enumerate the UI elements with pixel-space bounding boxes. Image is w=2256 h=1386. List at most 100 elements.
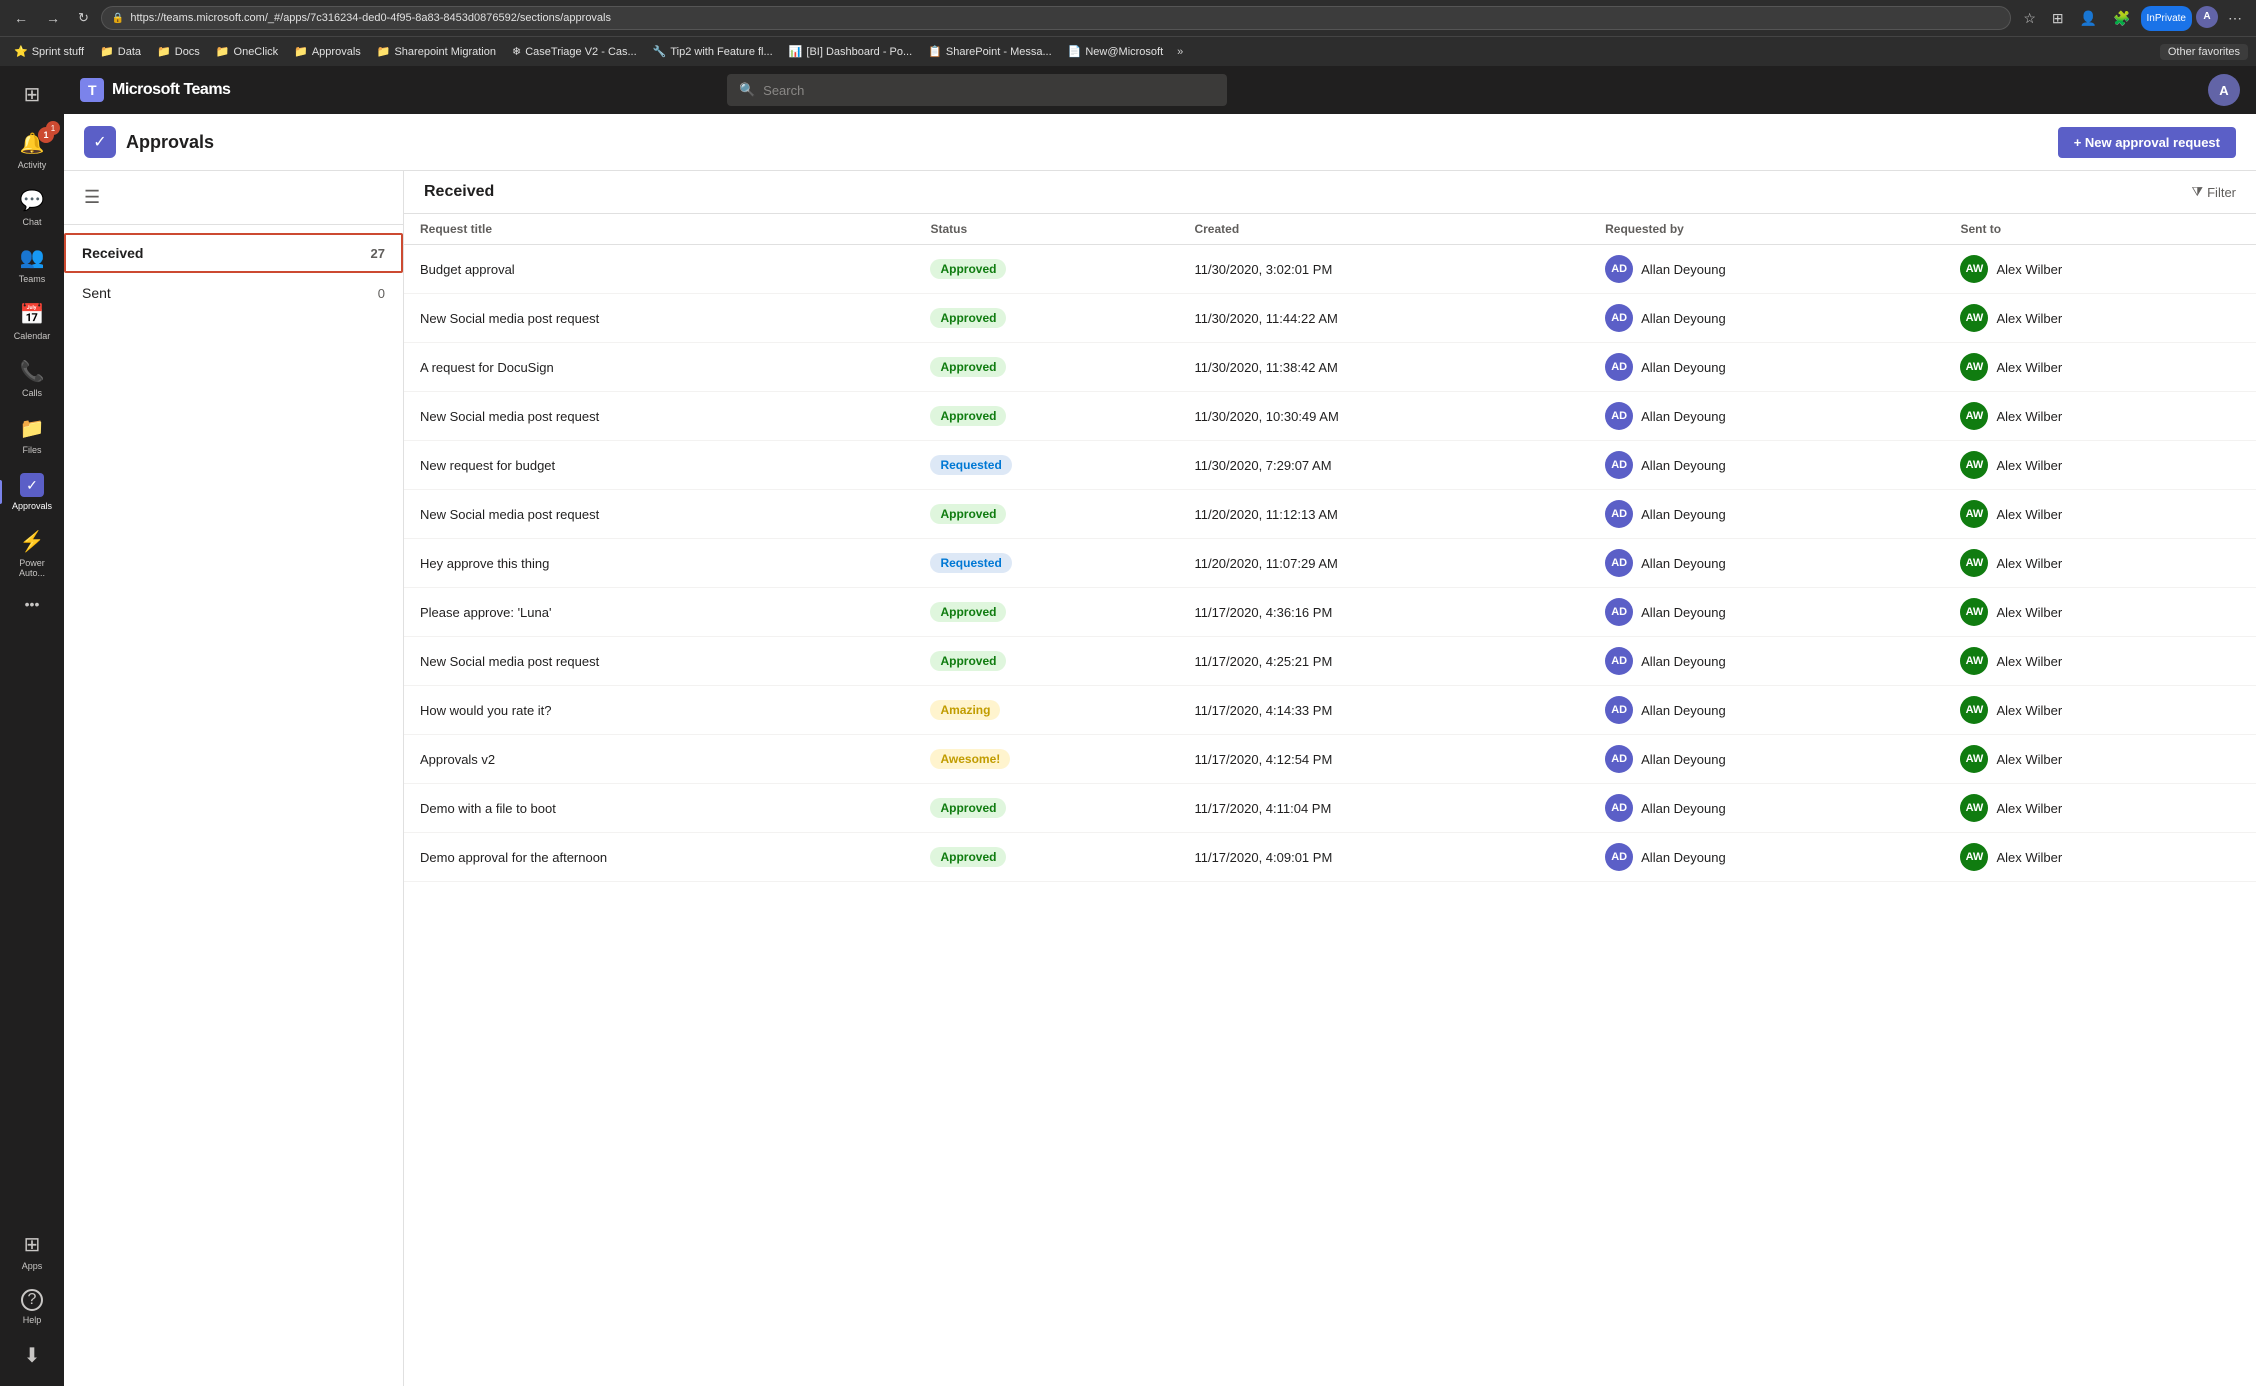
- bookmark-sharepoint-migration[interactable]: 📁 Sharepoint Migration: [371, 43, 502, 60]
- teams-logo-icon: T: [80, 78, 104, 102]
- bookmark-bi[interactable]: 📊 [BI] Dashboard - Po...: [783, 43, 918, 60]
- approval-table: Request title Status Created Requested b…: [404, 214, 2256, 882]
- status-badge: Approved: [930, 847, 1006, 867]
- sidebar-item-calendar[interactable]: 📅 Calendar: [6, 294, 58, 349]
- cell-created: 11/30/2020, 7:29:07 AM: [1178, 441, 1589, 490]
- cell-requested-by: AD Allan Deyoung: [1589, 343, 1944, 392]
- table-row[interactable]: Budget approval Approved 11/30/2020, 3:0…: [404, 245, 2256, 294]
- table-row[interactable]: Approvals v2 Awesome! 11/17/2020, 4:12:5…: [404, 735, 2256, 784]
- table-row[interactable]: Hey approve this thing Requested 11/20/2…: [404, 539, 2256, 588]
- extensions-button[interactable]: 🧩: [2107, 6, 2136, 31]
- bookmark-newms-label: New@Microsoft: [1085, 46, 1163, 58]
- cell-sent-to: AW Alex Wilber: [1944, 294, 2256, 343]
- sent-to-name: Alex Wilber: [1996, 556, 2062, 571]
- bookmark-sp-migration-icon: 📁: [377, 45, 391, 58]
- sidebar-item-download[interactable]: ⬇: [6, 1335, 58, 1376]
- nav-item-received[interactable]: Received 27: [64, 233, 403, 273]
- bookmarks-overflow-btn[interactable]: »: [1173, 44, 1187, 60]
- table-row[interactable]: Please approve: 'Luna' Approved 11/17/20…: [404, 588, 2256, 637]
- back-button[interactable]: ←: [8, 6, 34, 30]
- requested-by-avatar: AD: [1605, 843, 1633, 871]
- teams-header: T Microsoft Teams 🔍 Search A: [64, 66, 2256, 114]
- left-panel-header: ☰: [64, 171, 403, 225]
- bookmark-oneclick[interactable]: 📁 OneClick: [210, 43, 284, 60]
- table-row[interactable]: How would you rate it? Amazing 11/17/202…: [404, 686, 2256, 735]
- cell-title: Demo with a file to boot: [404, 784, 914, 833]
- requested-by-cell: AD Allan Deyoung: [1605, 647, 1928, 675]
- cell-status: Approved: [914, 294, 1178, 343]
- sidebar-item-waffle[interactable]: ⊞: [6, 74, 58, 115]
- bookmark-sp-message[interactable]: 📋 SharePoint - Messa...: [922, 43, 1057, 60]
- star-button[interactable]: ☆: [2017, 6, 2042, 31]
- cell-title: A request for DocuSign: [404, 343, 914, 392]
- user-avatar[interactable]: A: [2208, 74, 2240, 106]
- profile-button[interactable]: 👤: [2074, 6, 2103, 31]
- left-panel-menu-btn[interactable]: ☰: [80, 183, 104, 212]
- sidebar-item-files[interactable]: 📁 Files: [6, 408, 58, 463]
- bookmark-sprint[interactable]: ⭐ Sprint stuff: [8, 43, 90, 60]
- sent-to-name: Alex Wilber: [1996, 703, 2062, 718]
- cell-status: Approved: [914, 784, 1178, 833]
- refresh-button[interactable]: ↻: [72, 6, 95, 30]
- other-favorites[interactable]: Other favorites: [2160, 44, 2248, 60]
- cell-title: Demo approval for the afternoon: [404, 833, 914, 882]
- new-approval-button[interactable]: + New approval request: [2058, 127, 2236, 158]
- user-profile-badge[interactable]: A: [2196, 6, 2218, 28]
- cell-sent-to: AW Alex Wilber: [1944, 343, 2256, 392]
- table-row[interactable]: New request for budget Requested 11/30/2…: [404, 441, 2256, 490]
- bookmark-approvals[interactable]: 📁 Approvals: [288, 43, 367, 60]
- cell-requested-by: AD Allan Deyoung: [1589, 245, 1944, 294]
- sidebar-item-approvals[interactable]: ✓ Approvals: [6, 465, 58, 519]
- collections-button[interactable]: ⊞: [2046, 6, 2070, 31]
- bookmark-docs[interactable]: 📁 Docs: [151, 43, 206, 60]
- sidebar-item-more[interactable]: •••: [6, 588, 58, 620]
- sidebar-item-power-automate[interactable]: ⚡ Power Auto...: [6, 521, 58, 586]
- sent-to-cell: AW Alex Wilber: [1960, 549, 2240, 577]
- search-icon: 🔍: [739, 82, 755, 98]
- nav-received-count: 27: [371, 246, 385, 261]
- table-row[interactable]: A request for DocuSign Approved 11/30/20…: [404, 343, 2256, 392]
- sent-to-name: Alex Wilber: [1996, 850, 2062, 865]
- table-row[interactable]: Demo approval for the afternoon Approved…: [404, 833, 2256, 882]
- cell-sent-to: AW Alex Wilber: [1944, 686, 2256, 735]
- requested-by-avatar: AD: [1605, 451, 1633, 479]
- address-bar[interactable]: 🔒 https://teams.microsoft.com/_#/apps/7c…: [101, 6, 2011, 30]
- requested-by-avatar: AD: [1605, 255, 1633, 283]
- bookmark-data[interactable]: 📁 Data: [94, 43, 147, 60]
- requested-by-name: Allan Deyoung: [1641, 409, 1726, 424]
- sidebar-item-chat[interactable]: 💬 Chat: [6, 180, 58, 235]
- bookmark-docs-label: Docs: [175, 46, 200, 58]
- browser-actions: ☆ ⊞ 👤 🧩 InPrivate A ⋯: [2017, 6, 2248, 31]
- cell-created: 11/30/2020, 11:38:42 AM: [1178, 343, 1589, 392]
- cell-title: New request for budget: [404, 441, 914, 490]
- bookmark-newms-icon: 📄: [1068, 45, 1082, 58]
- sent-to-cell: AW Alex Wilber: [1960, 500, 2240, 528]
- search-bar[interactable]: 🔍 Search: [727, 74, 1227, 106]
- cell-created: 11/30/2020, 3:02:01 PM: [1178, 245, 1589, 294]
- bookmark-casetriage-label: CaseTriage V2 - Cas...: [525, 46, 636, 58]
- nav-item-sent[interactable]: Sent 0: [64, 273, 403, 313]
- cell-sent-to: AW Alex Wilber: [1944, 735, 2256, 784]
- requested-by-name: Allan Deyoung: [1641, 262, 1726, 277]
- sidebar-item-apps[interactable]: ⊞ Apps: [6, 1224, 58, 1279]
- menu-button[interactable]: ⋯: [2222, 6, 2248, 31]
- forward-button[interactable]: →: [40, 6, 66, 30]
- bookmark-new-microsoft[interactable]: 📄 New@Microsoft: [1062, 43, 1170, 60]
- table-row[interactable]: Demo with a file to boot Approved 11/17/…: [404, 784, 2256, 833]
- cell-sent-to: AW Alex Wilber: [1944, 539, 2256, 588]
- filter-button[interactable]: ⧩ Filter: [2192, 184, 2237, 200]
- requested-by-name: Allan Deyoung: [1641, 801, 1726, 816]
- table-row[interactable]: New Social media post request Approved 1…: [404, 490, 2256, 539]
- header-actions: A: [2208, 74, 2240, 106]
- left-panel: ☰ Received 27 Sent 0: [64, 171, 404, 1386]
- table-row[interactable]: New Social media post request Approved 1…: [404, 637, 2256, 686]
- sidebar-item-teams[interactable]: 👥 Teams: [6, 237, 58, 292]
- sidebar-item-activity[interactable]: 🔔 Activity 1: [6, 123, 58, 178]
- table-row[interactable]: New Social media post request Approved 1…: [404, 294, 2256, 343]
- bookmark-tip2[interactable]: 🔧 Tip2 with Feature fl...: [647, 43, 779, 60]
- sidebar-item-calls[interactable]: 📞 Calls: [6, 351, 58, 406]
- requested-by-cell: AD Allan Deyoung: [1605, 598, 1928, 626]
- table-row[interactable]: New Social media post request Approved 1…: [404, 392, 2256, 441]
- sidebar-item-help[interactable]: ? Help: [6, 1281, 58, 1333]
- bookmark-casetriage[interactable]: ❄ CaseTriage V2 - Cas...: [506, 43, 643, 60]
